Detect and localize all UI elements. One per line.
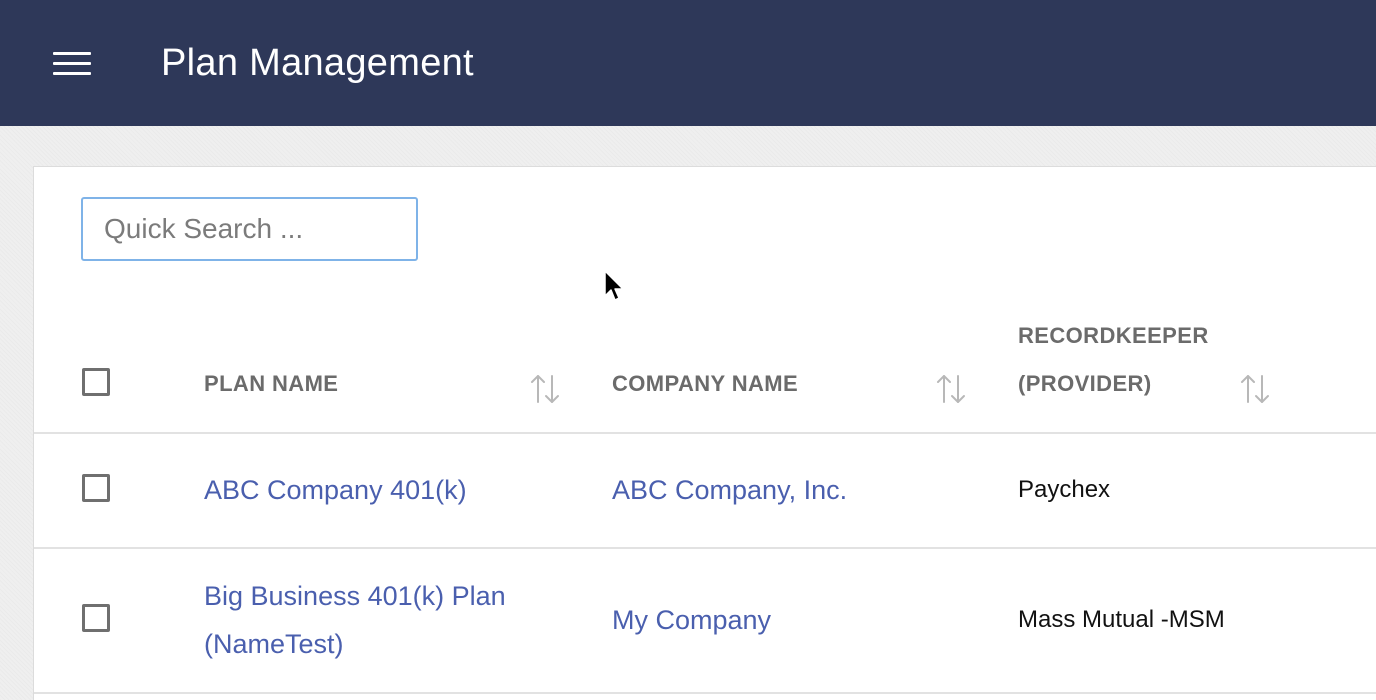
- plan-name-link-line2[interactable]: (NameTest): [204, 620, 344, 668]
- quick-search-input[interactable]: [81, 197, 418, 261]
- company-name-link[interactable]: My Company: [612, 596, 771, 644]
- plan-name-link[interactable]: ABC Company 401(k): [204, 466, 467, 514]
- sort-arrows-icon[interactable]: [530, 373, 560, 405]
- row-divider: [34, 547, 1376, 549]
- header-divider: [34, 432, 1376, 434]
- recordkeeper-cell: Paychex: [1018, 476, 1111, 503]
- company-name-link[interactable]: ABC Company, Inc.: [612, 466, 847, 514]
- top-app-bar: Plan Management: [0, 0, 1376, 126]
- sort-arrows-icon[interactable]: [936, 373, 966, 405]
- recordkeeper-cell: Mass Mutual -MSM: [1018, 606, 1225, 633]
- row-checkbox[interactable]: [82, 474, 110, 502]
- sort-arrows-icon[interactable]: [1240, 373, 1270, 405]
- column-header-plan-name[interactable]: PLAN NAME: [204, 360, 338, 408]
- row-checkbox[interactable]: [82, 604, 110, 632]
- page-title: Plan Management: [161, 42, 474, 84]
- select-all-checkbox[interactable]: [82, 368, 110, 396]
- row-divider: [34, 692, 1376, 694]
- plans-table-card: PLAN NAME COMPANY NAME RECORDKEEPER (PRO…: [33, 166, 1376, 700]
- column-header-recordkeeper-line2[interactable]: (PROVIDER): [1018, 360, 1152, 408]
- hamburger-menu-icon[interactable]: [53, 52, 91, 76]
- column-header-company-name[interactable]: COMPANY NAME: [612, 360, 798, 408]
- column-header-recordkeeper-line1[interactable]: RECORDKEEPER: [1018, 312, 1209, 360]
- plan-name-link[interactable]: Big Business 401(k) Plan: [204, 572, 506, 620]
